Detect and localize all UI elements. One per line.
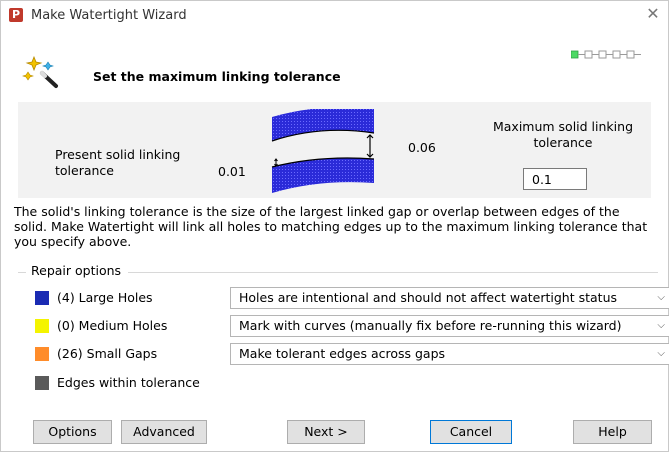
small-gap-arrow (274, 158, 278, 167)
group-border-top-left (18, 272, 26, 273)
small-gaps-label: (26) Small Gaps (57, 346, 158, 361)
step-2-marker (584, 50, 593, 59)
chevron-down-icon: ⌵ (657, 320, 665, 331)
edges-within-tolerance-label: Edges within tolerance (57, 375, 200, 390)
medium-holes-color-swatch (35, 319, 49, 333)
chevron-down-icon: ⌵ (657, 348, 665, 359)
max-tolerance-input[interactable] (523, 168, 587, 190)
present-tolerance-label: Present solid linking tolerance (55, 147, 181, 178)
options-button[interactable]: Options (33, 420, 112, 444)
medium-holes-dropdown[interactable]: Mark with curves (manually fix before re… (230, 315, 669, 337)
repair-options-title: Repair options (31, 263, 122, 278)
step-1-marker (571, 50, 579, 59)
small-gaps-selected-option: Make tolerant edges across gaps (239, 346, 446, 361)
small-gaps-color-swatch (35, 347, 49, 361)
tolerance-diagram (271, 109, 375, 193)
next-button[interactable]: Next > (287, 420, 365, 444)
step-indicator (571, 50, 641, 59)
magic-wand-icon (22, 55, 58, 88)
step-5-marker (626, 50, 635, 59)
close-button[interactable]: ✕ (644, 4, 662, 24)
step-3-marker (598, 50, 607, 59)
current-max-value: 0.06 (408, 140, 436, 155)
cancel-button[interactable]: Cancel (430, 420, 512, 444)
step-4-marker (612, 50, 621, 59)
large-holes-selected-option: Holes are intentional and should not aff… (239, 290, 618, 305)
large-gap-arrow (366, 134, 374, 158)
window-title: Make Watertight Wizard (31, 8, 187, 23)
edges-within-tolerance-color-swatch (35, 376, 49, 390)
large-holes-row: (4) Large Holes Holes are intentional an… (35, 287, 669, 309)
advanced-button[interactable]: Advanced (121, 420, 207, 444)
edges-within-tolerance-row: Edges within tolerance (35, 372, 669, 394)
present-tolerance-value: 0.01 (218, 164, 246, 179)
help-button[interactable]: Help (573, 420, 652, 444)
wizard-window: P Make Watertight Wizard ✕ Set the maxim… (0, 0, 669, 452)
group-border-top-right (128, 272, 658, 273)
tolerance-panel: Present solid linking tolerance 0.01 0.0… (18, 102, 651, 198)
medium-holes-label: (0) Medium Holes (57, 318, 168, 333)
app-logo-icon: P (9, 8, 23, 22)
large-holes-color-swatch (35, 291, 49, 305)
title-bar: P Make Watertight Wizard ✕ (1, 1, 668, 31)
large-holes-label: (4) Large Holes (57, 290, 153, 305)
medium-holes-row: (0) Medium Holes Mark with curves (manua… (35, 315, 669, 337)
repair-options-group: Repair options (4) Large Holes Holes are… (18, 262, 669, 402)
small-gaps-dropdown[interactable]: Make tolerant edges across gaps ⌵ (230, 343, 669, 365)
large-holes-dropdown[interactable]: Holes are intentional and should not aff… (230, 287, 669, 309)
small-gaps-row: (26) Small Gaps Make tolerant edges acro… (35, 343, 669, 365)
chevron-down-icon: ⌵ (657, 292, 665, 303)
medium-holes-selected-option: Mark with curves (manually fix before re… (239, 318, 622, 333)
description-text: The solid's linking tolerance is the siz… (14, 204, 648, 249)
max-tolerance-label: Maximum solid linking tolerance (492, 119, 633, 150)
wizard-header: Set the maximum linking tolerance (1, 31, 668, 91)
page-title: Set the maximum linking tolerance (93, 69, 341, 84)
